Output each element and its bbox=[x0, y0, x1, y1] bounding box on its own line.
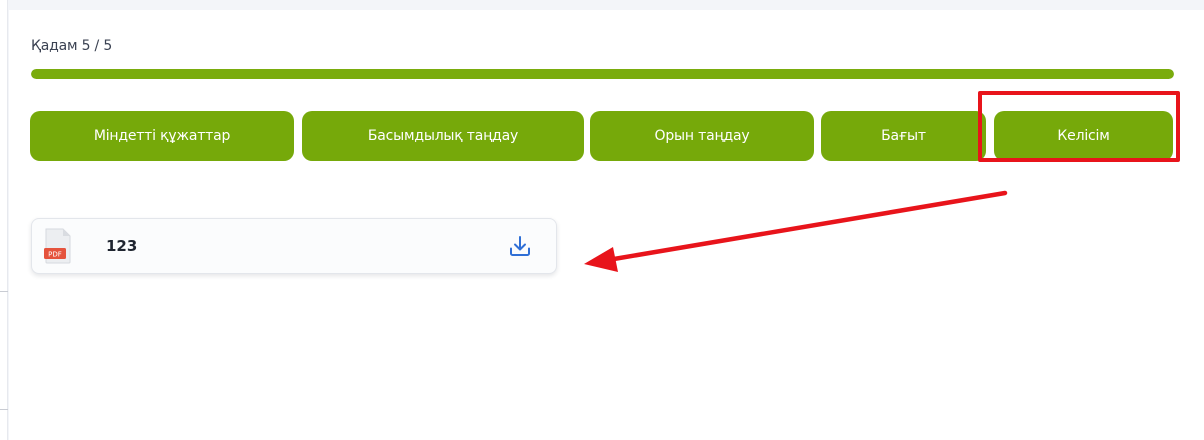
file-attachment-card[interactable]: PDF 123 bbox=[31, 218, 557, 274]
gutter-tick bbox=[0, 409, 8, 410]
pdf-file-icon: PDF bbox=[44, 228, 71, 264]
wizard-panel: Қадам 5 / 5 Міндетті құжаттар Басымдылық… bbox=[9, 10, 1204, 440]
tab-direction[interactable]: Бағыт bbox=[821, 111, 986, 161]
tab-priority-selection[interactable]: Басымдылық таңдау bbox=[302, 111, 584, 161]
download-icon[interactable] bbox=[508, 234, 532, 258]
step-counter: Қадам 5 / 5 bbox=[31, 38, 113, 54]
gutter-tick bbox=[0, 291, 8, 292]
tab-agreement[interactable]: Келісім bbox=[994, 111, 1173, 161]
left-gutter bbox=[0, 0, 8, 440]
file-name: 123 bbox=[106, 237, 138, 255]
tab-seat-selection[interactable]: Орын таңдау bbox=[590, 111, 814, 161]
tab-required-documents[interactable]: Міндетті құжаттар bbox=[30, 111, 294, 161]
progress-fill bbox=[31, 69, 1174, 79]
svg-text:PDF: PDF bbox=[48, 251, 62, 259]
progress-bar bbox=[31, 69, 1174, 79]
